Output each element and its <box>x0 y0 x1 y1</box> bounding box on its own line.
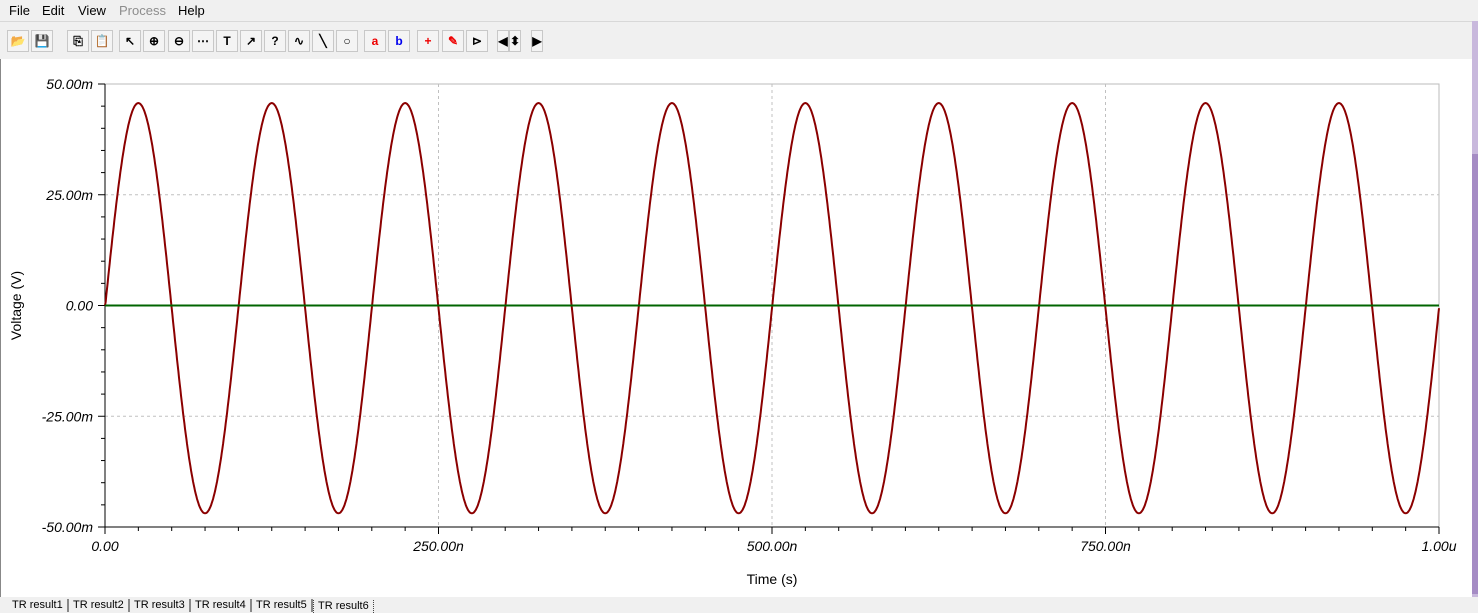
grid-icon[interactable]: ⋯ <box>192 30 214 52</box>
flag-icon[interactable]: ⊳ <box>466 30 488 52</box>
tab-tr-result2[interactable]: TR result2 <box>69 599 130 612</box>
cursor-a-icon[interactable]: a <box>364 30 386 52</box>
y-tick-label: 0.00 <box>66 298 93 314</box>
open-folder-icon[interactable]: 📂 <box>7 30 29 52</box>
y-axis-label: Voltage (V) <box>8 271 24 340</box>
x-tick-label: 500.00n <box>747 538 798 554</box>
x-tick-label: 250.00n <box>412 538 464 554</box>
menu-file[interactable]: File <box>9 3 30 18</box>
y-tick-label: 50.00m <box>46 76 93 92</box>
chart: 0.00 250.00n 500.00n 750.00n 1.00u 50.00m 25.0… <box>8 76 1457 587</box>
menu-help[interactable]: Help <box>178 3 205 18</box>
plot-window: 0.00 250.00n 500.00n 750.00n 1.00u 50.00m 25.0… <box>0 59 1473 597</box>
x-tick-label: 750.00n <box>1080 538 1131 554</box>
save-icon[interactable]: 💾 <box>31 30 53 52</box>
formula-icon[interactable]: ∿ <box>288 30 310 52</box>
menu-view[interactable]: View <box>78 3 106 18</box>
x-tick-label: 1.00u <box>1421 538 1456 554</box>
zoom-100-icon[interactable]: ⊖ <box>168 30 190 52</box>
scrollbar-thumb[interactable] <box>1472 154 1478 594</box>
cursor-b-icon[interactable]: b <box>388 30 410 52</box>
menu-bar: File Edit View Process Help <box>0 0 1478 20</box>
x-axis-label: Time (s) <box>747 571 798 587</box>
tab-tr-result3[interactable]: TR result3 <box>130 599 191 612</box>
label-curve-icon[interactable]: ↗ <box>240 30 262 52</box>
add-probe-icon[interactable]: ✎ <box>442 30 464 52</box>
scroll-up-down-icon[interactable]: ⬍ <box>509 30 521 52</box>
add-curve-icon[interactable]: + <box>417 30 439 52</box>
label-question-icon[interactable]: ? <box>264 30 286 52</box>
y-tick-label: -25.00m <box>42 408 94 424</box>
tab-tr-result4[interactable]: TR result4 <box>191 599 252 612</box>
tab-tr-result1[interactable]: TR result1 <box>8 599 69 612</box>
result-tabs: TR result1 TR result2 TR result3 TR result4… <box>0 597 1478 613</box>
x-tick-label: 0.00 <box>91 538 118 554</box>
y-tick-label: 25.00m <box>45 187 93 203</box>
toolbar: 📂 💾 ⎘ 📋 ↖ ⊕ ⊖ ⋯ T ↗? ∿ ╲ ○ a b + ✎ ⊳ ◀ ⬍ ▶ <box>0 21 1478 60</box>
y-tick-label: -50.00m <box>42 519 94 535</box>
vertical-scrollbar[interactable] <box>1472 21 1478 597</box>
text-icon[interactable]: T <box>216 30 238 52</box>
circle-icon[interactable]: ○ <box>336 30 358 52</box>
scroll-right-icon[interactable]: ▶ <box>531 30 543 52</box>
copy-icon[interactable]: ⎘ <box>67 30 89 52</box>
line-icon[interactable]: ╲ <box>312 30 334 52</box>
menu-process[interactable]: Process <box>119 3 166 18</box>
zoom-in-icon[interactable]: ⊕ <box>143 30 165 52</box>
paste-special-icon[interactable]: 📋 <box>91 30 113 52</box>
scroll-left-icon[interactable]: ◀ <box>497 30 509 52</box>
select-arrow-icon[interactable]: ↖ <box>119 30 141 52</box>
tab-tr-result6[interactable]: TR result6 <box>313 600 374 613</box>
tab-tr-result5[interactable]: TR result5 <box>252 599 313 612</box>
menu-edit[interactable]: Edit <box>42 3 64 18</box>
